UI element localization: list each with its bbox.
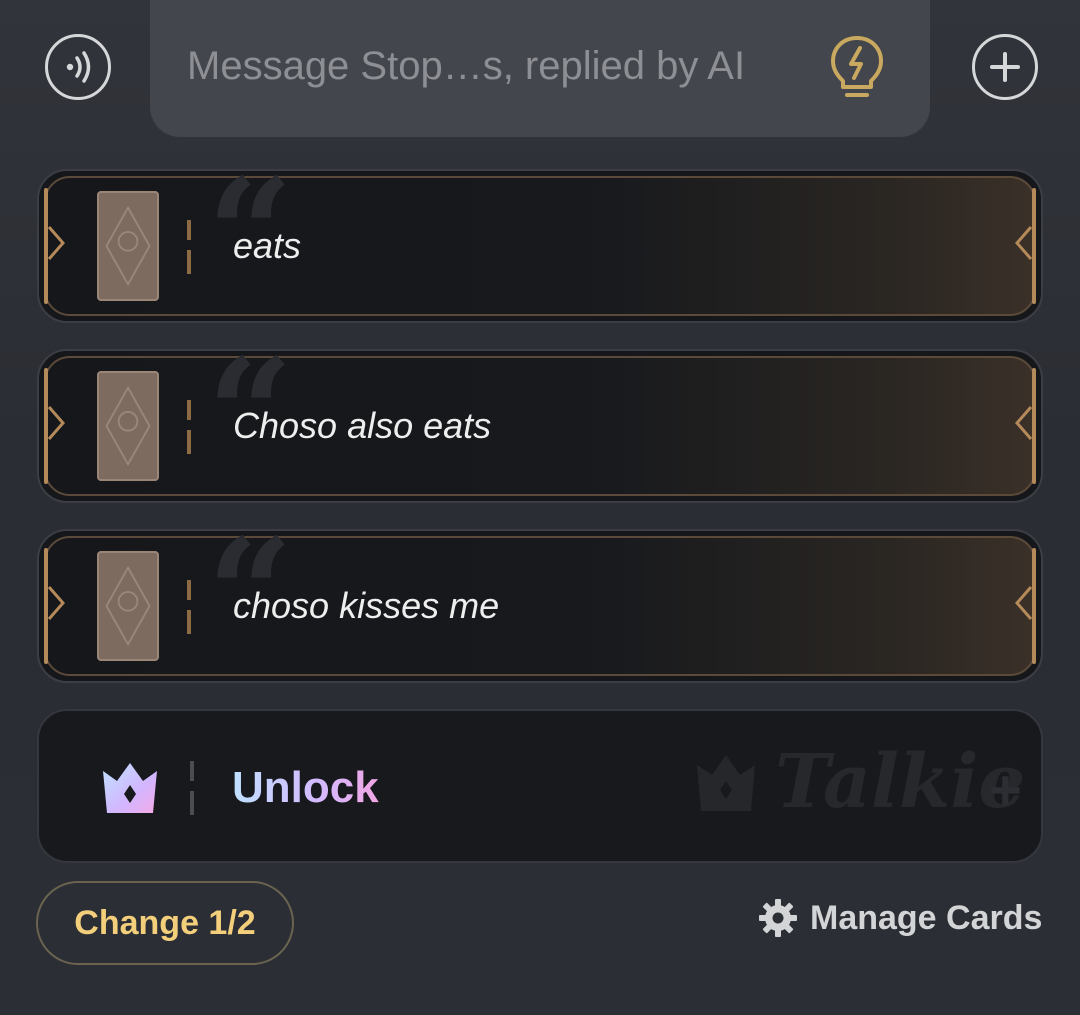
card-text: choso kisses me [233,585,500,626]
card-text: eats [233,225,302,266]
voice-wave-icon [66,51,91,83]
crown-icon [103,763,157,813]
reply-card[interactable]: “ choso kisses me [37,529,1043,683]
chevron-right-icon [47,226,65,260]
tarot-card-icon [97,191,159,301]
reply-card-panel: Message Stop…s, replied by AI “ eats “ C… [0,0,1080,1015]
unlock-label: Unlock [232,763,379,812]
add-button[interactable] [972,34,1038,100]
watermark-crown-icon [697,755,755,811]
reply-card[interactable]: “ Choso also eats [37,349,1043,503]
divider [187,400,191,454]
change-label: Change 1/2 [74,903,256,942]
manage-cards-label: Manage Cards [810,898,1043,937]
gear-icon [759,899,797,937]
message-placeholder: Message Stop…s, replied by AI [187,44,746,88]
chevron-left-icon [1015,586,1033,620]
lightbulb-icon[interactable] [828,34,886,104]
divider [187,220,191,274]
message-input[interactable]: Message Stop…s, replied by AI [150,0,930,137]
reply-card[interactable]: “ eats [37,169,1043,323]
tarot-card-icon [97,371,159,481]
chevron-left-icon [1015,226,1033,260]
card-frame [44,176,1036,316]
chevron-right-icon [47,406,65,440]
voice-button[interactable] [45,34,111,100]
divider [190,761,194,815]
divider [187,580,191,634]
card-frame [44,356,1036,496]
chevron-right-icon [47,586,65,620]
chevron-left-icon [1015,406,1033,440]
watermark-plus-icon: + [989,758,1022,821]
card-text: Choso also eats [233,405,492,446]
change-button[interactable]: Change 1/2 [36,881,294,965]
tarot-card-icon [97,551,159,661]
manage-cards-button[interactable]: Manage Cards [758,898,1042,938]
card-frame [44,536,1036,676]
watermark-logo: Talkie [775,739,1026,825]
plus-icon [990,52,1020,82]
unlock-card[interactable]: Unlock Talkie + [37,709,1043,863]
